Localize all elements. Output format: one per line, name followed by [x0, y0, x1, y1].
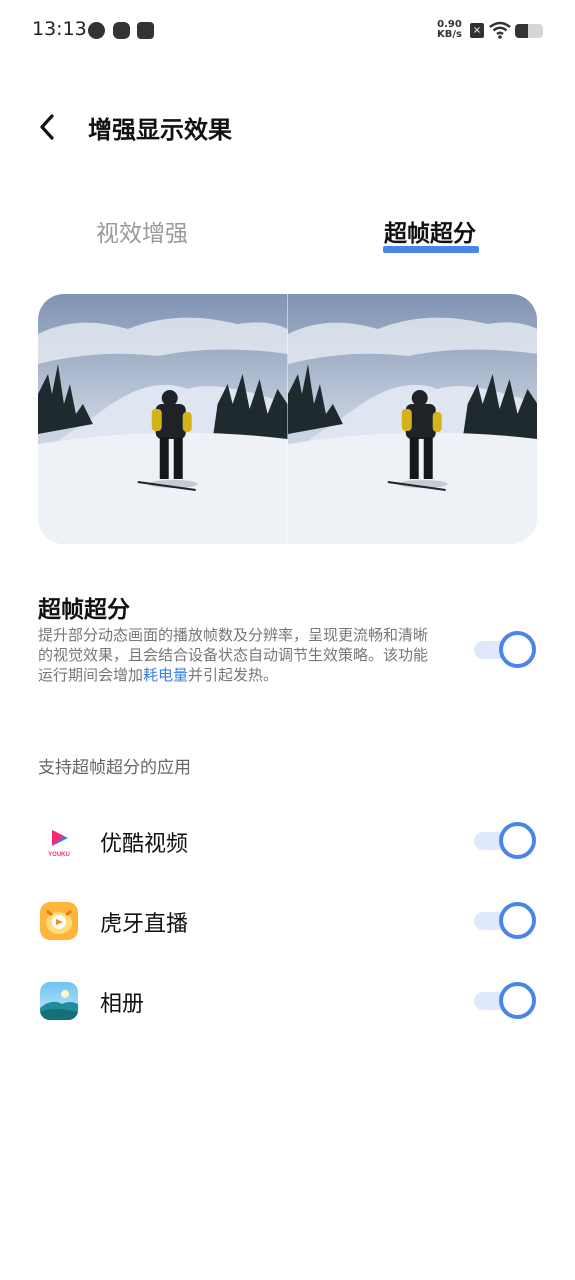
status-time: 13:13: [32, 18, 87, 40]
app-toggle-huya[interactable]: [472, 901, 536, 939]
apps-section-label: 支持超帧超分的应用: [38, 758, 191, 778]
toggle-knob: [499, 631, 536, 668]
wifi-icon: [489, 21, 511, 39]
app-row-gallery[interactable]: 相册: [0, 970, 575, 1030]
net-speed-unit: KB/s: [437, 29, 462, 40]
preview-before: [38, 294, 288, 544]
app-name-youku: 优酷视频: [100, 832, 189, 857]
toggle-knob: [499, 982, 536, 1019]
battery-fill: [515, 24, 528, 38]
sim-icon: ×: [470, 23, 484, 38]
feature-description-tail: 并引起发热。: [188, 666, 279, 684]
app-name-huya: 虎牙直播: [100, 912, 189, 937]
tab-visual-enhance[interactable]: 视效增强: [96, 214, 188, 248]
page-header: 增强显示效果: [0, 100, 575, 155]
preview-after: [287, 294, 537, 544]
net-speed: 0.90 KB/s: [437, 20, 462, 40]
svg-text:YOUKU: YOUKU: [48, 852, 70, 858]
feature-title: 超帧超分: [38, 597, 130, 623]
toggle-knob: [499, 822, 536, 859]
feature-description: 提升部分动态画面的播放帧数及分辨率，呈现更流畅和清晰的视觉效果，且会结合设备状态…: [38, 625, 438, 685]
page-title: 增强显示效果: [88, 116, 232, 144]
gallery-app-icon: [40, 982, 78, 1020]
app-toggle-youku[interactable]: [472, 821, 536, 859]
app-row-youku[interactable]: YOUKU 优酷视频: [0, 810, 575, 870]
tab-indicator: [383, 246, 479, 253]
status-bar: 13:13 0.90 KB/s ×: [0, 0, 575, 62]
app-name-gallery: 相册: [100, 992, 145, 1017]
youku-app-icon: YOUKU: [40, 822, 78, 860]
huya-app-icon: [40, 902, 78, 940]
app-notification-icon-2: [137, 22, 154, 39]
toggle-knob: [499, 902, 536, 939]
tab-super-frame[interactable]: 超帧超分: [384, 214, 476, 248]
app-row-huya[interactable]: 虎牙直播: [0, 890, 575, 950]
app-notification-icon: [113, 22, 130, 39]
app-toggle-gallery[interactable]: [472, 981, 536, 1019]
power-consumption-link[interactable]: 耗电量: [143, 666, 188, 684]
preview-image: [38, 294, 537, 544]
notification-icon: [88, 22, 105, 39]
back-arrow-icon[interactable]: [34, 110, 64, 144]
feature-toggle[interactable]: [472, 630, 536, 668]
battery-icon: [515, 24, 543, 38]
